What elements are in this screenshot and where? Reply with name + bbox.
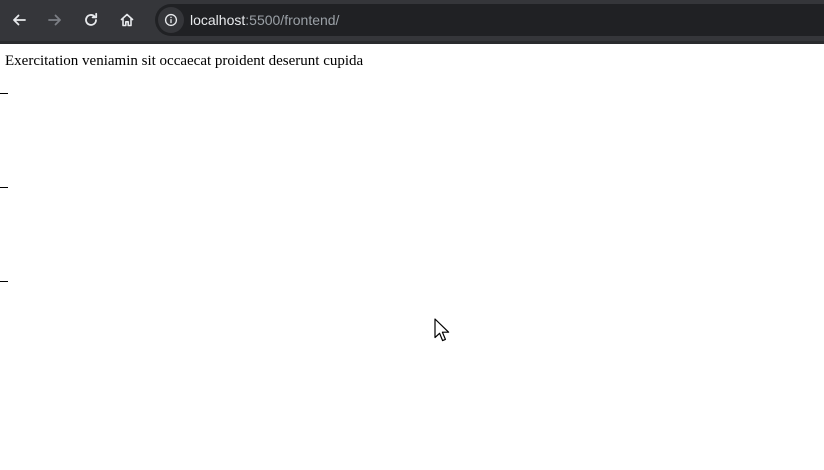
forward-button[interactable] — [42, 7, 68, 33]
url-path: :5500/frontend/ — [245, 12, 340, 28]
arrow-right-icon — [48, 14, 61, 26]
reload-button[interactable] — [78, 7, 104, 33]
mouse-cursor-icon — [434, 318, 450, 342]
page-content: Exercitation veniamin sit occaecat proid… — [0, 44, 824, 470]
list-marker — [0, 187, 8, 188]
browser-toolbar: localhost:5500/frontend/ — [0, 0, 824, 44]
back-button[interactable] — [6, 7, 32, 33]
site-info-button[interactable] — [158, 7, 184, 33]
home-button[interactable] — [114, 7, 140, 33]
list-marker — [0, 281, 8, 282]
list-marker — [0, 93, 8, 94]
url-host: localhost — [190, 12, 246, 28]
home-icon — [120, 13, 134, 27]
arrow-left-icon — [13, 14, 26, 26]
page-text: Exercitation veniamin sit occaecat proid… — [5, 53, 364, 69]
info-icon — [164, 13, 178, 27]
address-bar[interactable]: localhost:5500/frontend/ — [155, 4, 824, 36]
reload-icon — [85, 12, 98, 26]
url-text: localhost:5500/frontend/ — [190, 12, 339, 28]
